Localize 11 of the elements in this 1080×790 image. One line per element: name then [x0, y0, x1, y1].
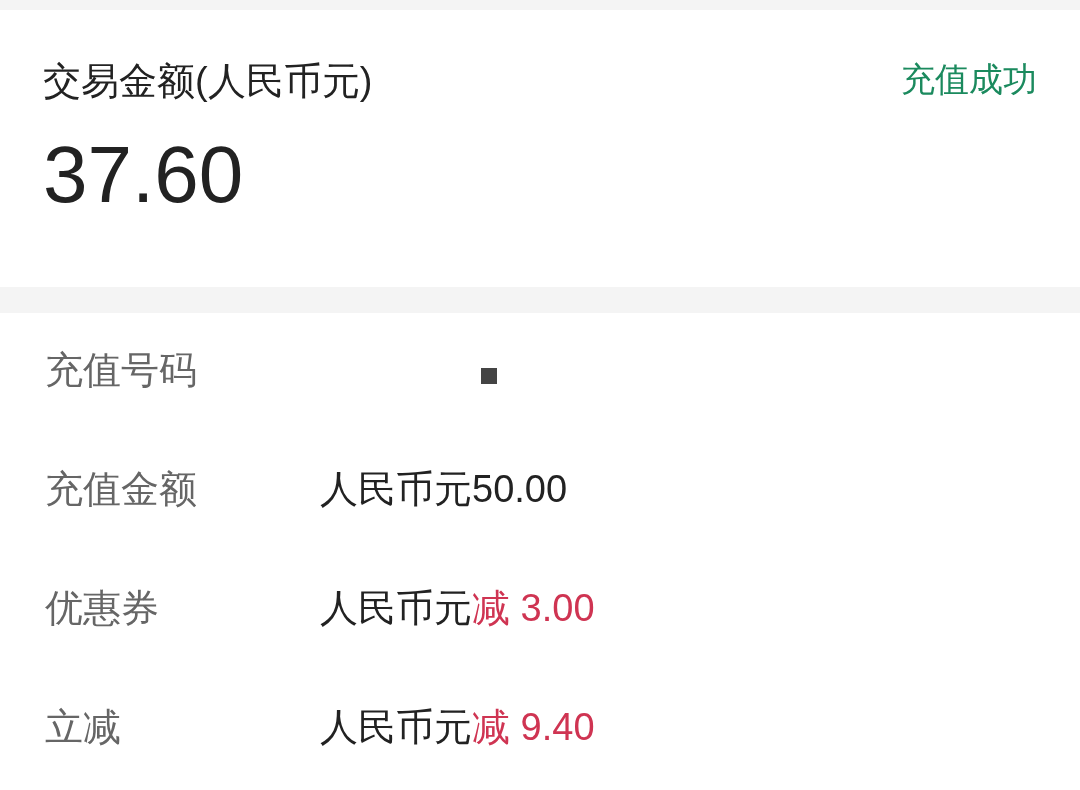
status-text: 充值成功: [901, 59, 1037, 99]
amount-title: 交易金额(人民币元): [43, 59, 373, 103]
detail-label: 立减: [45, 704, 121, 749]
detail-label: 优惠券: [45, 585, 159, 630]
total-amount: 37.60: [43, 135, 244, 215]
amount-value: 人民币元减 3.00: [320, 585, 595, 630]
square-icon: [481, 367, 497, 384]
amount-value: 人民币元减 9.40: [320, 704, 595, 749]
detail-label: 充值金额: [45, 466, 197, 511]
amount-value: 人民币元50.00: [320, 466, 568, 511]
detail-label: 充值号码: [45, 347, 197, 392]
